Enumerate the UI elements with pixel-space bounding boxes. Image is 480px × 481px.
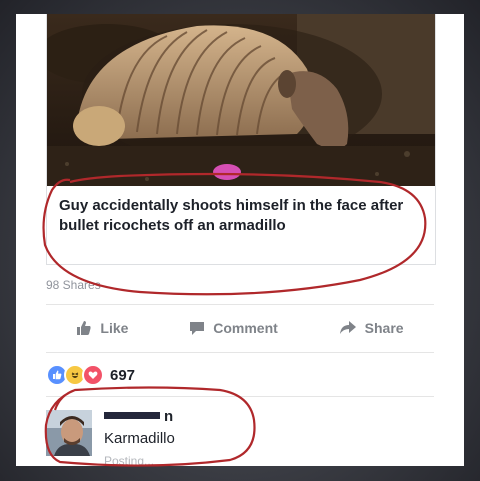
reaction-count: 697: [110, 366, 136, 384]
like-button[interactable]: Like: [76, 320, 128, 336]
avatar[interactable]: [46, 410, 92, 456]
share-button[interactable]: Share: [339, 320, 404, 336]
share-count[interactable]: 98 Shares: [46, 278, 101, 292]
love-reaction-icon: [82, 364, 104, 386]
divider: [46, 352, 434, 353]
like-label: Like: [100, 320, 129, 336]
post-actions: Like Comment Share: [46, 312, 434, 344]
comment-text: Karmadillo: [104, 430, 175, 447]
link-preview[interactable]: Guy accidentally shoots himself in the f…: [46, 14, 436, 265]
comment-status: Posting...: [104, 454, 155, 466]
comment-label: Comment: [213, 320, 278, 336]
share-arrow-icon: [339, 320, 357, 336]
commenter-name[interactable]: n: [164, 408, 173, 425]
divider: [46, 396, 434, 397]
share-label: Share: [364, 320, 404, 336]
article-headline[interactable]: Guy accidentally shoots himself in the f…: [59, 196, 425, 236]
reaction-summary[interactable]: 697: [46, 364, 135, 386]
comment-button[interactable]: Comment: [189, 320, 278, 336]
comment-item: n Karmadillo Posting...: [46, 408, 434, 466]
comment-bubble-icon: [189, 320, 205, 336]
thumbs-up-icon: [76, 320, 92, 336]
feed-card: Guy accidentally shoots himself in the f…: [16, 14, 464, 466]
divider: [46, 304, 434, 305]
armadillo-photo: [47, 14, 435, 186]
redacted-name-bar: [104, 412, 160, 419]
